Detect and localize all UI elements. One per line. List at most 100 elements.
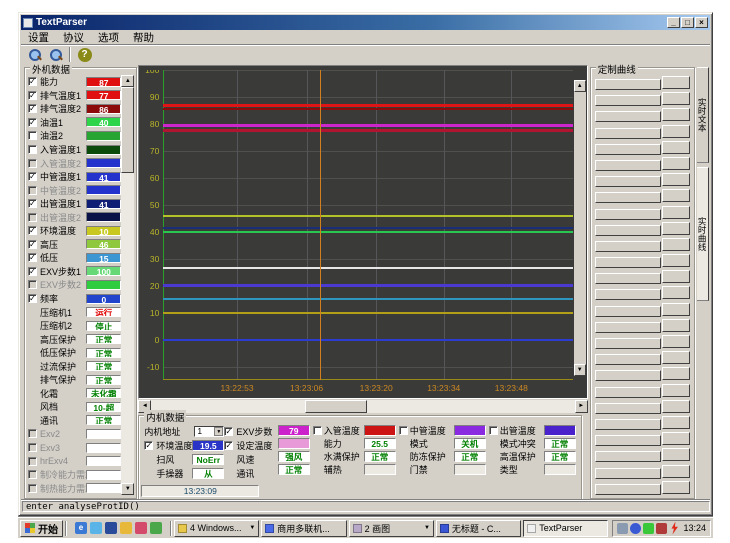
menu-item-1[interactable]: 设置 xyxy=(21,30,56,45)
chart-vertical-scrollbar[interactable]: ▲ ▼ xyxy=(574,80,586,376)
checkbox[interactable]: ✓ xyxy=(28,104,37,113)
tray-red-icon[interactable] xyxy=(656,523,667,534)
scroll-thumb[interactable] xyxy=(121,87,134,173)
curve-value-button[interactable] xyxy=(662,335,690,348)
curve-button[interactable] xyxy=(595,273,661,284)
close-button[interactable]: × xyxy=(695,17,708,28)
curve-button[interactable] xyxy=(595,484,661,495)
chart-scroll-up-icon[interactable]: ▲ xyxy=(574,80,586,92)
msn-icon[interactable] xyxy=(90,522,102,534)
curve-value-button[interactable] xyxy=(662,481,690,494)
curve-button[interactable] xyxy=(595,192,661,203)
curve-value-button[interactable] xyxy=(662,400,690,413)
curve-value-button[interactable] xyxy=(662,108,690,121)
curve-button[interactable] xyxy=(595,322,661,333)
tray-orb-icon[interactable] xyxy=(630,523,641,534)
curve-value-button[interactable] xyxy=(662,125,690,138)
maximize-button[interactable]: □ xyxy=(681,17,694,28)
curve-button[interactable] xyxy=(595,209,661,220)
checkbox[interactable] xyxy=(489,426,498,435)
scroll-right-icon[interactable]: ► xyxy=(575,400,588,413)
curve-button[interactable] xyxy=(595,387,661,398)
curve-button[interactable] xyxy=(595,95,661,106)
browser-icon[interactable] xyxy=(150,522,162,534)
checkbox[interactable] xyxy=(313,426,322,435)
checkbox[interactable]: ✓ xyxy=(28,172,37,181)
scroll-down-icon[interactable]: ▼ xyxy=(121,483,134,495)
checkbox[interactable] xyxy=(28,213,37,222)
curve-button[interactable] xyxy=(595,144,661,155)
checkbox[interactable] xyxy=(28,443,37,452)
curve-value-button[interactable] xyxy=(662,76,690,89)
checkbox[interactable]: ✓ xyxy=(28,294,37,303)
checkbox[interactable]: ✓ xyxy=(28,226,37,235)
menu-item-3[interactable]: 选项 xyxy=(91,30,126,45)
curve-button[interactable] xyxy=(595,225,661,236)
hscroll-thumb[interactable] xyxy=(305,400,368,413)
curve-value-button[interactable] xyxy=(662,319,690,332)
curve-value-button[interactable] xyxy=(662,367,690,380)
curve-value-button[interactable] xyxy=(662,157,690,170)
tab-实时文本[interactable]: 实时文本 xyxy=(697,67,709,163)
taskbar-button-5[interactable]: TextParser xyxy=(523,520,608,537)
curve-button[interactable] xyxy=(595,435,661,446)
curve-value-button[interactable] xyxy=(662,173,690,186)
checkbox[interactable]: ✓ xyxy=(224,441,233,450)
help-button[interactable]: ? xyxy=(74,46,95,64)
checkbox[interactable] xyxy=(28,131,37,140)
start-button[interactable]: 开始 xyxy=(20,520,63,537)
checkbox[interactable]: ✓ xyxy=(28,199,37,208)
curve-button[interactable] xyxy=(595,419,661,430)
curve-value-button[interactable] xyxy=(662,303,690,316)
curve-value-button[interactable] xyxy=(662,92,690,105)
menu-item-2[interactable]: 协议 xyxy=(56,30,91,45)
curve-button[interactable] xyxy=(595,111,661,122)
curve-button[interactable] xyxy=(595,306,661,317)
notes-icon[interactable] xyxy=(120,522,132,534)
curve-value-button[interactable] xyxy=(662,254,690,267)
curve-button[interactable] xyxy=(595,338,661,349)
ie-icon[interactable]: e xyxy=(75,522,87,534)
checkbox[interactable]: ✓ xyxy=(224,427,233,436)
checkbox[interactable] xyxy=(399,426,408,435)
checkbox[interactable] xyxy=(28,457,37,466)
curve-value-button[interactable] xyxy=(662,238,690,251)
scroll-up-icon[interactable]: ▲ xyxy=(121,75,134,87)
curve-value-button[interactable] xyxy=(662,206,690,219)
curve-button[interactable] xyxy=(595,403,661,414)
tab-实时曲线[interactable]: 实时曲线 xyxy=(697,167,709,301)
checkbox[interactable] xyxy=(28,470,37,479)
realtime-curve-chart[interactable]: 1009080706050403020100-10 13:22:5313:23:… xyxy=(138,65,587,399)
checkbox[interactable]: ✓ xyxy=(28,253,37,262)
checkbox[interactable]: ✓ xyxy=(28,77,37,86)
checkbox[interactable] xyxy=(28,159,37,168)
chevron-down-icon[interactable]: ▼ xyxy=(214,427,223,436)
checkbox[interactable]: ✓ xyxy=(28,91,37,100)
chevron-down-icon[interactable]: ▼ xyxy=(424,525,430,531)
curve-value-button[interactable] xyxy=(662,286,690,299)
taskbar-button-4[interactable]: 无标题 - C... xyxy=(436,520,521,537)
checkbox[interactable]: ✓ xyxy=(144,441,153,450)
curve-value-button[interactable] xyxy=(662,270,690,283)
curve-value-button[interactable] xyxy=(662,384,690,397)
chart-horizontal-scrollbar[interactable]: ◄ ► xyxy=(138,400,587,413)
curve-button[interactable] xyxy=(595,370,661,381)
minimize-button[interactable]: _ xyxy=(667,17,680,28)
checkbox[interactable]: ✓ xyxy=(28,118,37,127)
curve-value-button[interactable] xyxy=(662,432,690,445)
tray-green-icon[interactable] xyxy=(643,523,654,534)
sidebar-scrollbar[interactable]: ▲ ▼ xyxy=(121,75,134,495)
tray-hand-icon[interactable] xyxy=(617,523,628,534)
curve-button[interactable] xyxy=(595,354,661,365)
curve-button[interactable] xyxy=(595,289,661,300)
curve-value-button[interactable] xyxy=(662,141,690,154)
curve-button[interactable] xyxy=(595,128,661,139)
curve-value-button[interactable] xyxy=(662,448,690,461)
curve-button[interactable] xyxy=(595,241,661,252)
taskbar-button-1[interactable]: 4 Windows...▼ xyxy=(174,520,259,537)
curve-value-button[interactable] xyxy=(662,351,690,364)
taskbar-button-2[interactable]: 商用多联机... xyxy=(261,520,346,537)
curve-value-button[interactable] xyxy=(662,465,690,478)
tray-lightning-icon[interactable] xyxy=(669,522,679,535)
curve-button[interactable] xyxy=(595,79,661,90)
